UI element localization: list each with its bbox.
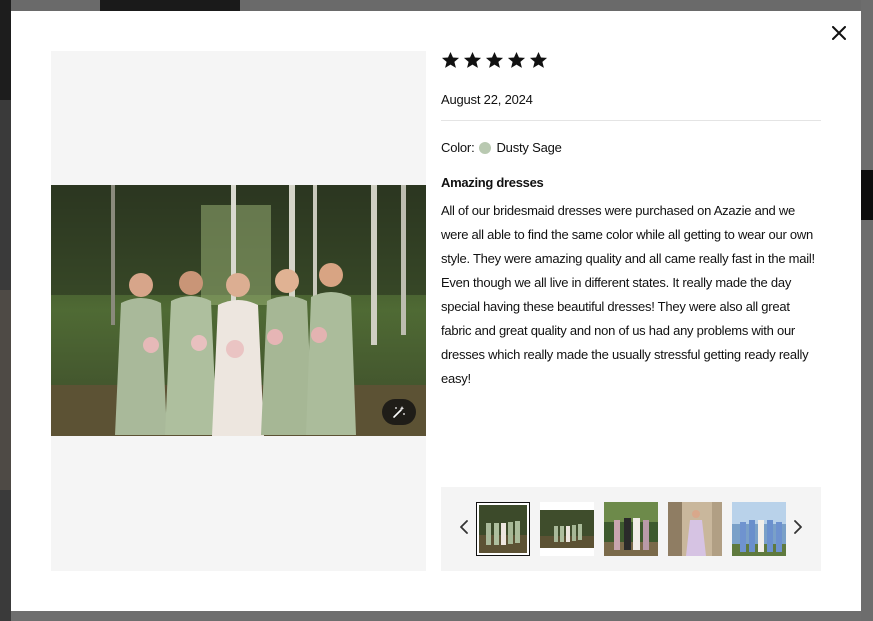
- thumbnail-4[interactable]: [668, 502, 722, 556]
- color-row: Color: Dusty Sage: [441, 140, 821, 155]
- thumbnail-1[interactable]: [476, 502, 530, 556]
- next-button[interactable]: [791, 517, 805, 537]
- thumbnail-3[interactable]: [604, 502, 658, 556]
- chevron-right-icon: [794, 520, 802, 534]
- background-right: [861, 0, 873, 621]
- review-date: August 22, 2024: [441, 92, 533, 107]
- divider: [441, 120, 821, 121]
- background-left: [0, 0, 11, 621]
- thumbnail-carousel: [441, 487, 821, 571]
- enhance-button[interactable]: [382, 399, 416, 425]
- star-icon: [485, 51, 504, 68]
- background-top: [0, 0, 873, 11]
- review-content: August 22, 2024 Color: Dusty Sage Amazin…: [441, 51, 821, 391]
- review-title: Amazing dresses: [441, 175, 544, 190]
- star-icon: [441, 51, 460, 68]
- star-rating: [441, 51, 821, 71]
- color-swatch: [479, 141, 492, 154]
- review-body: All of our bridesmaid dresses were purch…: [441, 203, 815, 386]
- star-icon: [529, 51, 548, 68]
- thumbnail-2[interactable]: [540, 502, 594, 556]
- review-media-pane: [51, 51, 426, 571]
- close-icon: [832, 26, 846, 40]
- close-button[interactable]: [829, 23, 849, 43]
- review-modal: August 22, 2024 Color: Dusty Sage Amazin…: [11, 11, 861, 611]
- chevron-left-icon: [460, 520, 468, 534]
- color-label: Color:: [441, 140, 475, 155]
- magic-wand-icon: [393, 406, 405, 418]
- thumbnail-5[interactable]: [732, 502, 786, 556]
- star-icon: [463, 51, 482, 68]
- color-name: Dusty Sage: [496, 140, 562, 155]
- review-photo[interactable]: [51, 185, 426, 436]
- star-icon: [507, 51, 526, 68]
- prev-button[interactable]: [457, 517, 471, 537]
